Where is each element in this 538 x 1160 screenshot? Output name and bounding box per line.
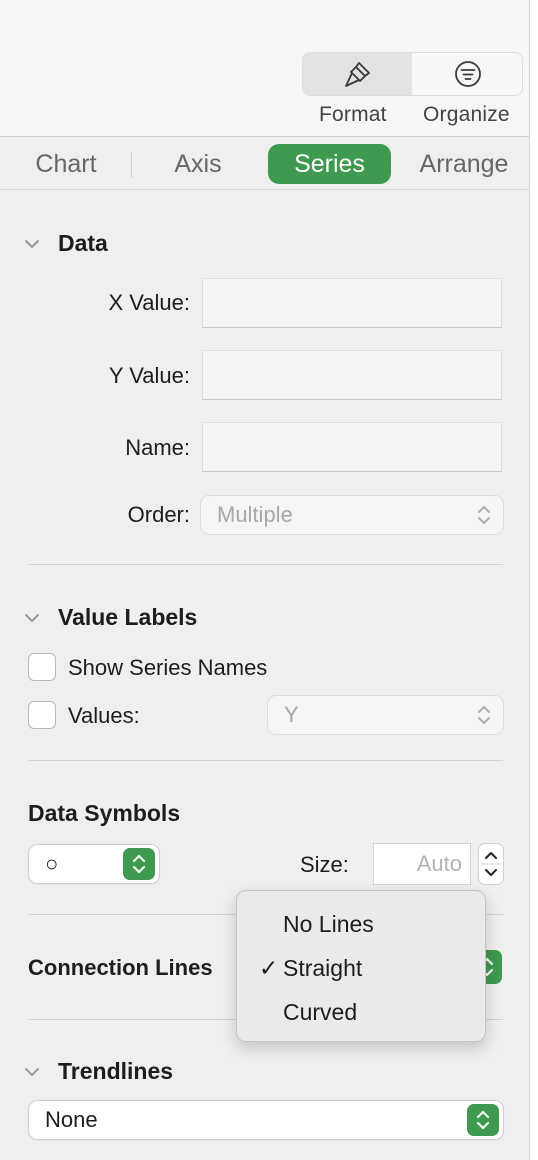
name-label: Name: (125, 435, 190, 460)
inspector-toolbar: Format Organize (0, 0, 529, 137)
size-label: Size: (300, 852, 349, 877)
trendlines-popup-value: None (45, 1107, 98, 1132)
paintbrush-icon (344, 62, 370, 87)
data-symbols-section-title: Data Symbols (28, 800, 181, 826)
filter-lines-icon (454, 61, 481, 87)
checkmark-icon: ✓ (259, 955, 279, 981)
section-divider (28, 760, 503, 761)
menu-item-no-lines[interactable]: No Lines (283, 911, 374, 938)
values-checkbox[interactable] (28, 701, 56, 729)
x-value-field[interactable] (202, 278, 502, 328)
y-value-field[interactable] (202, 350, 502, 400)
connection-lines-menu: No Lines ✓ Straight Curved (236, 890, 486, 1042)
chevron-down-icon[interactable] (24, 239, 40, 249)
connection-lines-section-title: Connection Lines (28, 955, 213, 980)
section-divider (28, 564, 503, 565)
x-value-label: X Value: (108, 290, 190, 315)
size-stepper[interactable] (478, 843, 504, 885)
format-inspector-panel: Format Organize Chart Axis Series Arrang… (0, 0, 530, 1160)
order-popup[interactable]: Multiple (200, 495, 504, 535)
format-button[interactable] (303, 53, 412, 95)
chevron-down-icon[interactable] (24, 1067, 40, 1077)
organize-label: Organize (423, 103, 510, 126)
trendlines-stepper[interactable] (467, 1104, 499, 1136)
data-section-title: Data (58, 230, 108, 256)
values-popup-value: Y (284, 702, 299, 727)
show-series-names-label: Show Series Names (68, 655, 268, 680)
up-down-chevron-icon (477, 1111, 489, 1129)
menu-item-straight[interactable]: Straight (283, 955, 362, 982)
organize-button[interactable] (413, 53, 522, 95)
tab-series[interactable]: Series (268, 144, 391, 184)
format-organize-segmented-control (302, 52, 523, 96)
up-down-chevron-icon (478, 506, 490, 524)
tab-axis[interactable]: Axis (158, 144, 238, 184)
inspector-tabs: Chart Axis Series Arrange (0, 138, 529, 190)
up-down-chevron-icon (133, 855, 145, 873)
values-popup[interactable]: Y (267, 695, 504, 735)
order-popup-value: Multiple (217, 502, 293, 527)
trendlines-section-title: Trendlines (58, 1058, 174, 1084)
y-value-label: Y Value: (108, 363, 190, 388)
tab-divider (131, 152, 132, 178)
values-label: Values: (68, 703, 140, 728)
trendlines-popup[interactable]: None (28, 1100, 504, 1140)
tab-chart[interactable]: Chart (20, 144, 112, 184)
value-labels-section-title: Value Labels (58, 604, 198, 630)
menu-item-curved[interactable]: Curved (283, 999, 357, 1026)
name-field[interactable] (202, 422, 502, 472)
chevron-down-icon[interactable] (24, 613, 40, 623)
order-label: Order: (127, 502, 190, 527)
data-symbol-popup[interactable]: ○ (28, 844, 160, 884)
up-down-chevron-icon (478, 706, 490, 724)
data-symbol-stepper[interactable] (123, 848, 155, 880)
format-label: Format (319, 103, 387, 126)
data-symbol-value: ○ (45, 851, 59, 876)
tab-arrange[interactable]: Arrange (408, 144, 520, 184)
show-series-names-checkbox[interactable] (28, 653, 56, 681)
size-field[interactable]: Auto (373, 843, 471, 885)
up-down-arrows-icon (481, 852, 501, 876)
